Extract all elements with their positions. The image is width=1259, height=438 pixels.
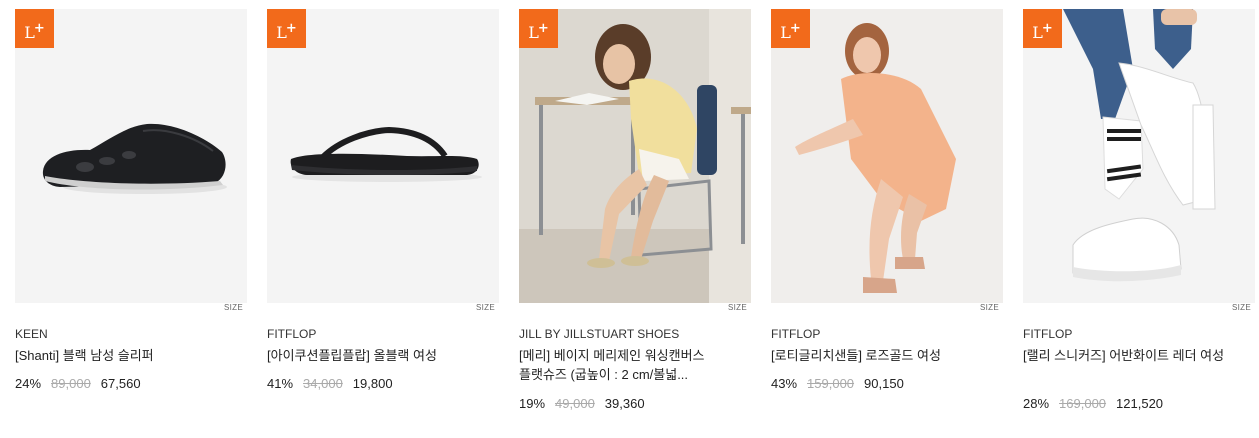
original-price: 49,000: [555, 396, 595, 411]
original-price: 169,000: [1059, 396, 1107, 411]
product-price: 28% 169,000 121,520: [1023, 396, 1163, 411]
product-image[interactable]: [15, 9, 247, 303]
product-brand[interactable]: FITFLOP: [771, 327, 820, 341]
size-label[interactable]: SIZE: [980, 303, 999, 313]
size-label[interactable]: SIZE: [728, 303, 747, 313]
lplus-badge: L+: [15, 9, 54, 48]
discount-rate: 19%: [519, 396, 546, 411]
product-brand[interactable]: JILL BY JILLSTUART SHOES: [519, 327, 679, 341]
product-name[interactable]: [아이쿠션플립플랍] 올블랙 여성: [267, 346, 482, 365]
white-leather-sneakers-image: [1023, 9, 1255, 303]
black-clog-slipper-image: [15, 9, 247, 303]
product-price: 24% 89,000 67,560: [15, 376, 141, 391]
product-image[interactable]: [267, 9, 499, 303]
product-name[interactable]: [랠리 스니커즈] 어반화이트 레더 여성: [1023, 346, 1228, 365]
product-price: 43% 159,000 90,150: [771, 376, 904, 391]
discount-rate: 43%: [771, 376, 798, 391]
size-label[interactable]: SIZE: [476, 303, 495, 313]
product-brand[interactable]: FITFLOP: [1023, 327, 1072, 341]
discount-rate: 28%: [1023, 396, 1050, 411]
product-brand[interactable]: KEEN: [15, 327, 48, 341]
black-flip-flop-image: [267, 9, 499, 303]
model-seated-classroom-image: [519, 9, 751, 303]
lplus-badge: L+: [771, 9, 810, 48]
product-price: 19% 49,000 39,360: [519, 396, 645, 411]
product-brand[interactable]: FITFLOP: [267, 327, 316, 341]
original-price: 34,000: [303, 376, 343, 391]
product-name[interactable]: [로티글리치샌들] 로즈골드 여성: [771, 346, 986, 365]
discount-rate: 24%: [15, 376, 42, 391]
size-label[interactable]: SIZE: [1232, 303, 1251, 313]
product-price: 41% 34,000 19,800: [267, 376, 393, 391]
product-image[interactable]: [771, 9, 1003, 303]
size-label[interactable]: SIZE: [224, 303, 243, 313]
original-price: 89,000: [51, 376, 91, 391]
sale-price: 39,360: [604, 396, 645, 411]
sale-price: 19,800: [352, 376, 393, 391]
product-image[interactable]: [1023, 9, 1255, 303]
discount-rate: 41%: [267, 376, 294, 391]
lplus-badge: L+: [267, 9, 306, 48]
sale-price: 90,150: [864, 376, 904, 391]
original-price: 159,000: [807, 376, 855, 391]
product-grid: L+ SIZE KEEN [Shanti] 블랙 남성 슬리퍼 24% 89,00…: [0, 0, 1259, 438]
sale-price: 67,560: [100, 376, 141, 391]
model-rose-gold-sandals-image: [771, 9, 1003, 303]
sale-price: 121,520: [1116, 396, 1164, 411]
product-name[interactable]: [메리] 베이지 메리제인 워싱캔버스 플랫슈즈 (굽높이 : 2 cm/볼넓.…: [519, 346, 719, 384]
product-image[interactable]: [519, 9, 751, 303]
product-name[interactable]: [Shanti] 블랙 남성 슬리퍼: [15, 346, 230, 365]
lplus-badge: L+: [1023, 9, 1062, 48]
lplus-badge: L+: [519, 9, 558, 48]
